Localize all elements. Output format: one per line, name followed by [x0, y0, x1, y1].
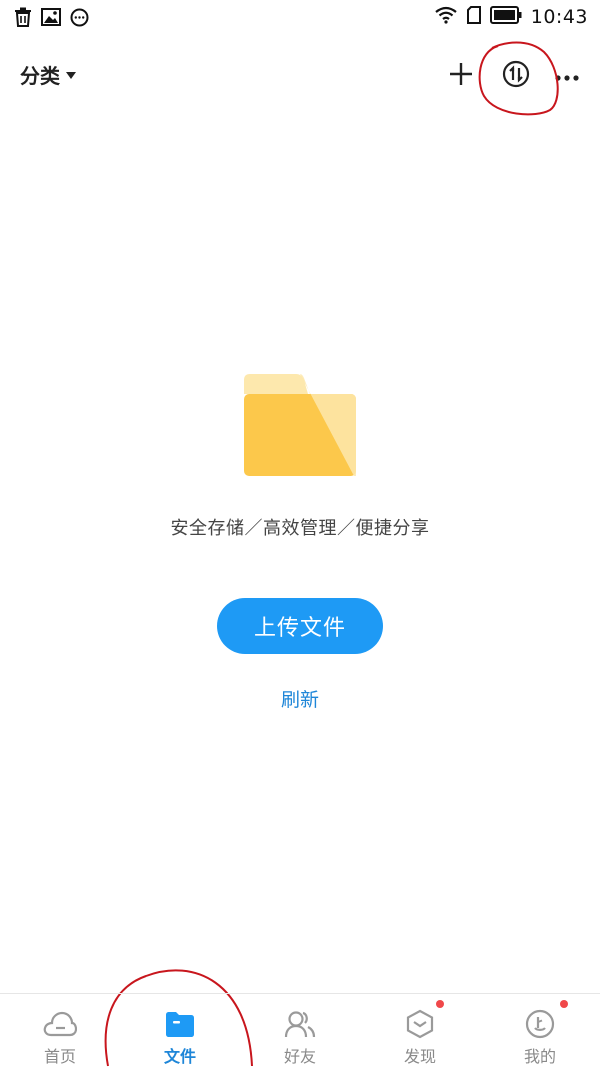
- notification-badge: [436, 1000, 444, 1008]
- add-icon: [449, 62, 473, 90]
- transfer-icon: [502, 60, 530, 92]
- tagline: 安全存储／高效管理／便捷分享: [170, 518, 430, 539]
- profile-icon: [522, 1008, 558, 1039]
- wifi-icon: [434, 6, 458, 28]
- nav-label: 首页: [43, 1047, 76, 1066]
- notification-badge: [560, 1000, 568, 1008]
- nav-label: 文件: [163, 1047, 196, 1066]
- status-time: 10:43: [530, 6, 588, 28]
- status-left-icons: [14, 7, 89, 31]
- transfer-button[interactable]: [498, 58, 534, 94]
- nav-item-discover[interactable]: 发现: [360, 994, 480, 1067]
- category-dropdown[interactable]: 分类: [20, 60, 76, 89]
- nav-label: 好友: [283, 1047, 316, 1066]
- top-header: 分类: [0, 48, 600, 102]
- nav-label: 发现: [403, 1047, 436, 1066]
- more-icon: [554, 67, 580, 86]
- sim-icon: [466, 6, 481, 28]
- battery-icon: [489, 6, 522, 28]
- status-right-icons: 10:43: [434, 6, 588, 28]
- discover-icon: [402, 1008, 438, 1039]
- cloud-icon: [42, 1008, 78, 1039]
- image-icon: [41, 8, 61, 30]
- status-bar: 10:43: [0, 0, 600, 36]
- bottom-nav: 首页 文件 好友 发现 我的: [0, 993, 600, 1067]
- nav-item-profile[interactable]: 我的: [480, 994, 600, 1067]
- nav-item-files[interactable]: 文件: [120, 994, 240, 1067]
- refresh-link[interactable]: 刷新: [0, 685, 600, 712]
- nav-item-home[interactable]: 首页: [0, 994, 120, 1067]
- folder-illustration: [242, 372, 358, 478]
- friends-icon: [282, 1008, 318, 1039]
- nav-item-friends[interactable]: 好友: [240, 994, 360, 1067]
- chat-bubble-icon: [70, 8, 89, 31]
- more-button[interactable]: [549, 58, 585, 94]
- caret-down-icon: [66, 72, 76, 79]
- add-button[interactable]: [443, 58, 479, 94]
- folder-icon: [162, 1008, 198, 1039]
- nav-label: 我的: [523, 1047, 556, 1066]
- upload-file-button[interactable]: 上传文件: [217, 598, 383, 654]
- page-title: 分类: [20, 64, 60, 88]
- trash-icon: [14, 7, 32, 31]
